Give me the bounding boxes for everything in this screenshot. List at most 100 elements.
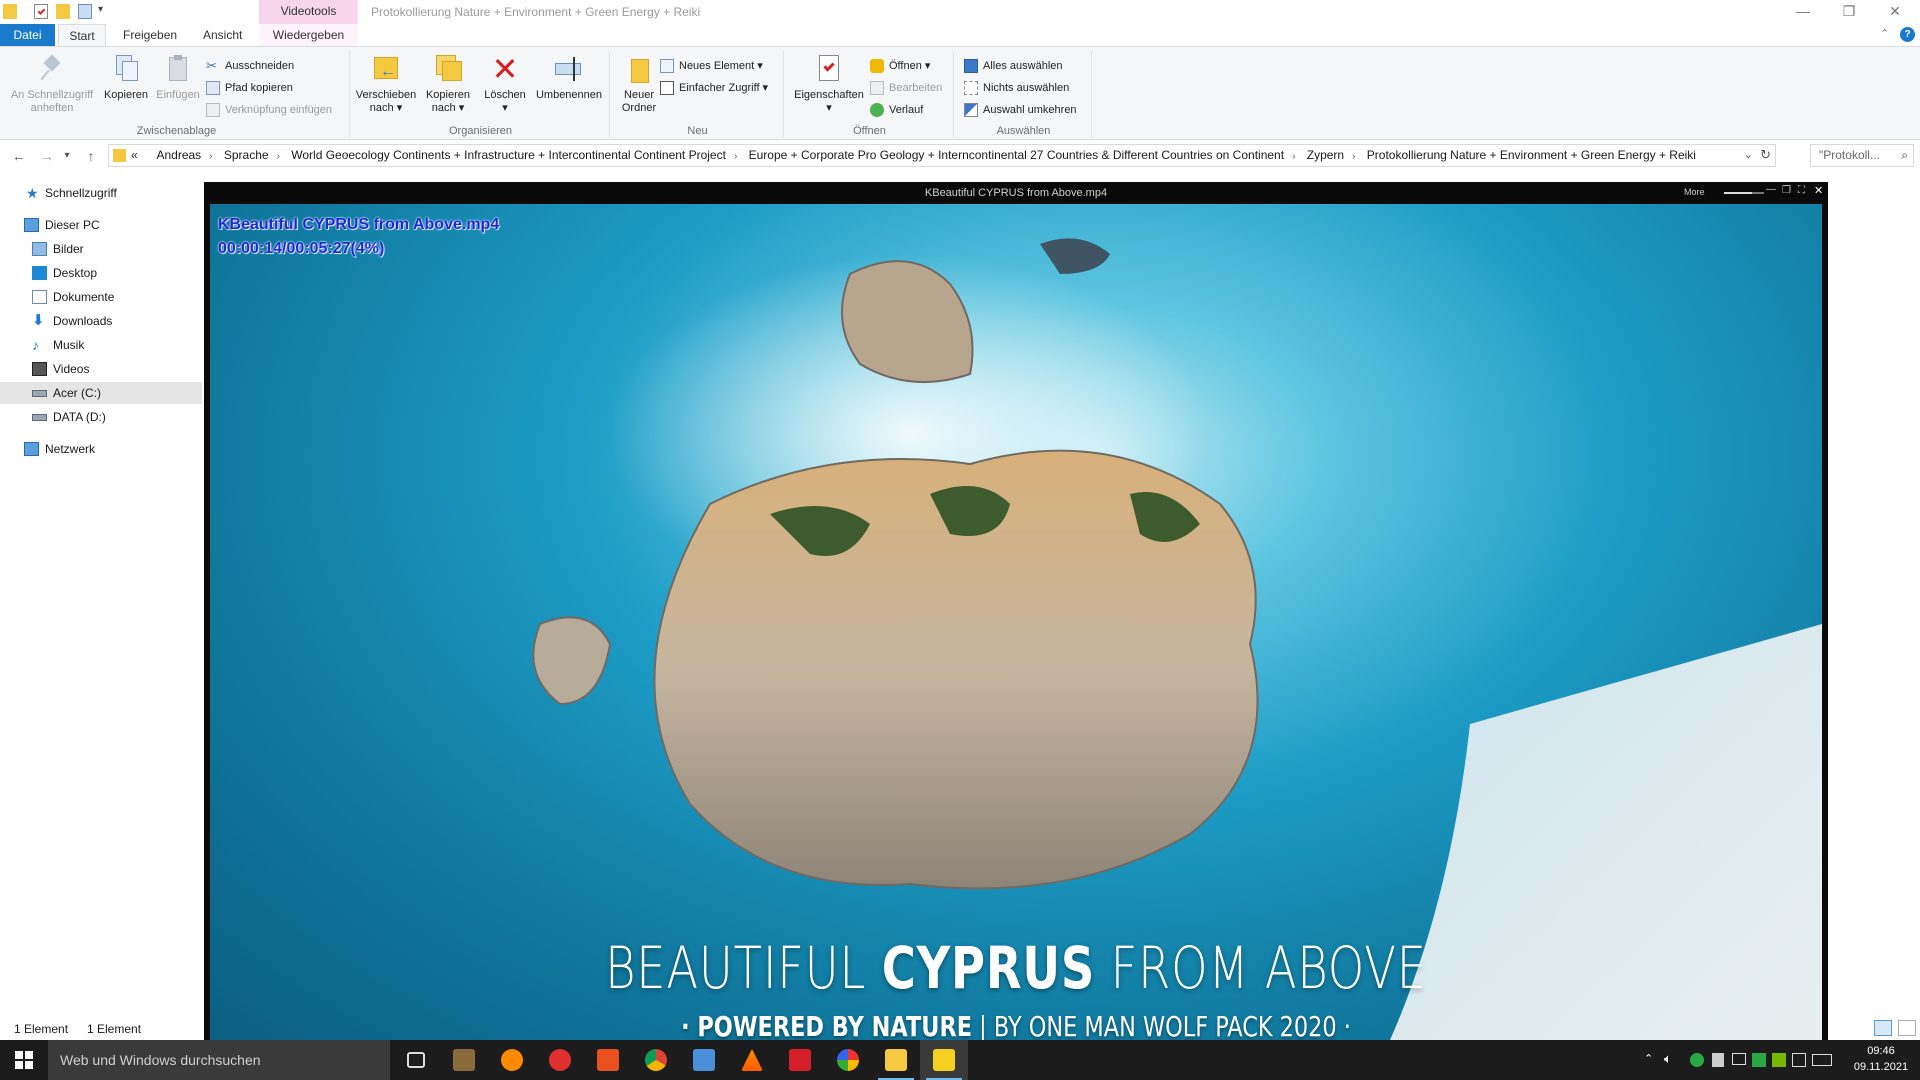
- taskbar-app-mediaplayer[interactable]: [920, 1040, 968, 1080]
- properties-icon[interactable]: [34, 4, 48, 19]
- edit-button[interactable]: Bearbeiten: [870, 79, 942, 97]
- tab-ansicht[interactable]: Ansicht: [193, 24, 252, 46]
- minimize-button[interactable]: —: [1780, 0, 1826, 24]
- keyboard-icon[interactable]: [1812, 1054, 1832, 1066]
- copy-button[interactable]: Kopieren: [100, 53, 152, 102]
- taskbar-app-opera[interactable]: [536, 1040, 584, 1080]
- taskbar-app-chrome[interactable]: [632, 1040, 680, 1080]
- taskbar-app-office[interactable]: [584, 1040, 632, 1080]
- invert-selection-button[interactable]: Auswahl umkehren: [964, 101, 1077, 119]
- video-close-icon[interactable]: ✕: [1814, 184, 1823, 197]
- large-icons-view-button[interactable]: [1898, 1020, 1916, 1036]
- security-tray-icon[interactable]: [1690, 1053, 1704, 1067]
- properties-dropdown[interactable]: ▾: [790, 102, 868, 115]
- back-button[interactable]: ←: [8, 146, 30, 166]
- shield-tray-icon[interactable]: [1712, 1053, 1724, 1067]
- select-none-button[interactable]: Nichts auswählen: [964, 79, 1069, 97]
- quick-access-dropdown[interactable]: ▾: [98, 4, 103, 15]
- chevron-right-icon[interactable]: ›: [734, 151, 737, 162]
- volume-icon[interactable]: 🔈︎: [1664, 1051, 1672, 1067]
- easy-access-button[interactable]: Einfacher Zugriff ▾: [660, 79, 768, 97]
- address-dropdown-icon[interactable]: ⌄: [1744, 148, 1753, 161]
- move-to-button[interactable]: ← Verschieben nach ▾: [354, 53, 418, 115]
- paste-button[interactable]: Einfügen: [152, 53, 204, 102]
- tab-freigeben[interactable]: Freigeben: [113, 24, 187, 46]
- new-folder-button[interactable]: Neuer Ordner: [614, 53, 664, 115]
- nav-item-videos[interactable]: Videos: [0, 358, 202, 380]
- cut-button[interactable]: ✂ Ausschneiden: [206, 57, 294, 75]
- taskbar-app-camera[interactable]: [440, 1040, 488, 1080]
- video-player-window[interactable]: KBeautiful CYPRUS from Above.mp4 More — …: [204, 182, 1828, 1040]
- breadcrumb-overflow[interactable]: «: [131, 148, 138, 162]
- nav-item-dokumente[interactable]: Dokumente: [0, 286, 202, 308]
- paste-shortcut-button[interactable]: Verknüpfung einfügen: [206, 101, 332, 119]
- videotools-contextual-tab[interactable]: Videotools: [259, 0, 358, 24]
- nav-item-schnellzugriff[interactable]: ★ Schnellzugriff: [0, 182, 202, 204]
- chevron-right-icon[interactable]: ›: [1292, 151, 1295, 162]
- nav-item-musik[interactable]: ♪ Musik: [0, 334, 202, 356]
- forward-button[interactable]: →: [36, 146, 58, 166]
- help-icon[interactable]: ?: [1900, 27, 1915, 42]
- network-tray-icon[interactable]: [1732, 1053, 1746, 1065]
- tray-overflow-icon[interactable]: ⌃: [1644, 1052, 1653, 1065]
- video-frame[interactable]: KBeautiful CYPRUS from Above.mp4 00:00:1…: [210, 204, 1822, 1040]
- nvidia-tray-icon[interactable]: [1772, 1053, 1786, 1067]
- nav-item-data-d[interactable]: DATA (D:): [0, 406, 202, 428]
- breadcrumb-sprache[interactable]: Sprache: [224, 148, 269, 162]
- video-restore-icon[interactable]: ❐: [1782, 185, 1791, 196]
- rename-button[interactable]: Umbenennen: [530, 53, 608, 102]
- up-button[interactable]: ↑: [80, 146, 102, 166]
- breadcrumb-current[interactable]: Protokollierung Nature + Environment + G…: [1367, 148, 1696, 162]
- video-fullscreen-icon[interactable]: ⛶: [1798, 185, 1805, 196]
- breadcrumb-zypern[interactable]: Zypern: [1307, 148, 1344, 162]
- select-all-button[interactable]: Alles auswählen: [964, 57, 1063, 75]
- video-volume-slider[interactable]: [1724, 192, 1764, 194]
- search-input[interactable]: "Protokoll... ⌕: [1810, 144, 1914, 167]
- details-view-button[interactable]: [1874, 1020, 1892, 1036]
- pin-quick-access-button[interactable]: An Schnellzugriff anheften: [6, 53, 98, 115]
- video-more-button[interactable]: More: [1684, 187, 1705, 197]
- open-button[interactable]: Öffnen ▾: [870, 57, 930, 75]
- close-button[interactable]: ✕: [1872, 0, 1918, 24]
- chevron-right-icon[interactable]: ›: [209, 151, 212, 162]
- delete-dropdown[interactable]: ▾: [480, 102, 530, 115]
- start-button[interactable]: [0, 1040, 48, 1080]
- taskbar-search-input[interactable]: Web und Windows durchsuchen: [48, 1040, 390, 1080]
- clock[interactable]: 09:46 09.11.2021: [1846, 1043, 1916, 1075]
- nav-item-acer-c[interactable]: Acer (C:): [0, 382, 202, 404]
- breadcrumb-andreas[interactable]: Andreas: [156, 148, 201, 162]
- breadcrumb-world[interactable]: World Geoecology Continents + Infrastruc…: [291, 148, 726, 162]
- properties-button[interactable]: Eigenschaften ▾: [790, 53, 868, 115]
- taskbar-app-vlc[interactable]: [728, 1040, 776, 1080]
- ribbon-collapse-icon[interactable]: ⌃: [1880, 27, 1889, 40]
- history-button[interactable]: Verlauf: [870, 101, 923, 119]
- breadcrumb-europe[interactable]: Europe + Corporate Pro Geology + Internc…: [749, 148, 1284, 162]
- taskbar-app-firefox[interactable]: [488, 1040, 536, 1080]
- nav-item-bilder[interactable]: Bilder: [0, 238, 202, 260]
- restore-button[interactable]: ❐: [1826, 0, 1872, 24]
- nav-item-desktop[interactable]: Desktop: [0, 262, 202, 284]
- nav-item-dieser-pc[interactable]: Dieser PC: [0, 214, 202, 236]
- copy-path-button[interactable]: Pfad kopieren: [206, 79, 293, 97]
- notification-icon[interactable]: [1792, 1053, 1806, 1067]
- taskbar-app-photos[interactable]: [680, 1040, 728, 1080]
- taskbar-app-picasa[interactable]: [824, 1040, 872, 1080]
- nav-item-downloads[interactable]: ⬇ Downloads: [0, 310, 202, 332]
- copy-to-button[interactable]: Kopieren nach ▾: [418, 53, 478, 115]
- taskbar-app-explorer[interactable]: [872, 1040, 920, 1080]
- taskbar-app-acrobat[interactable]: [776, 1040, 824, 1080]
- tab-datei[interactable]: Datei: [0, 24, 55, 46]
- new-item-button[interactable]: Neues Element ▾: [660, 57, 763, 75]
- new-folder-icon[interactable]: [56, 4, 70, 19]
- battery-tray-icon[interactable]: [1752, 1053, 1766, 1067]
- task-view-button[interactable]: [392, 1040, 440, 1080]
- nav-item-netzwerk[interactable]: Netzwerk: [0, 438, 202, 460]
- delete-button[interactable]: ✕ Löschen ▾: [480, 53, 530, 115]
- chevron-right-icon[interactable]: ›: [1352, 151, 1355, 162]
- address-bar[interactable]: « Andreas › Sprache › World Geoecology Con…: [108, 144, 1776, 167]
- rename-icon[interactable]: [78, 4, 92, 19]
- chevron-right-icon[interactable]: ›: [277, 151, 280, 162]
- tab-wiedergeben[interactable]: Wiedergeben: [259, 24, 358, 46]
- video-minimize-icon[interactable]: —: [1766, 184, 1776, 195]
- recent-dropdown[interactable]: ▾: [60, 146, 74, 166]
